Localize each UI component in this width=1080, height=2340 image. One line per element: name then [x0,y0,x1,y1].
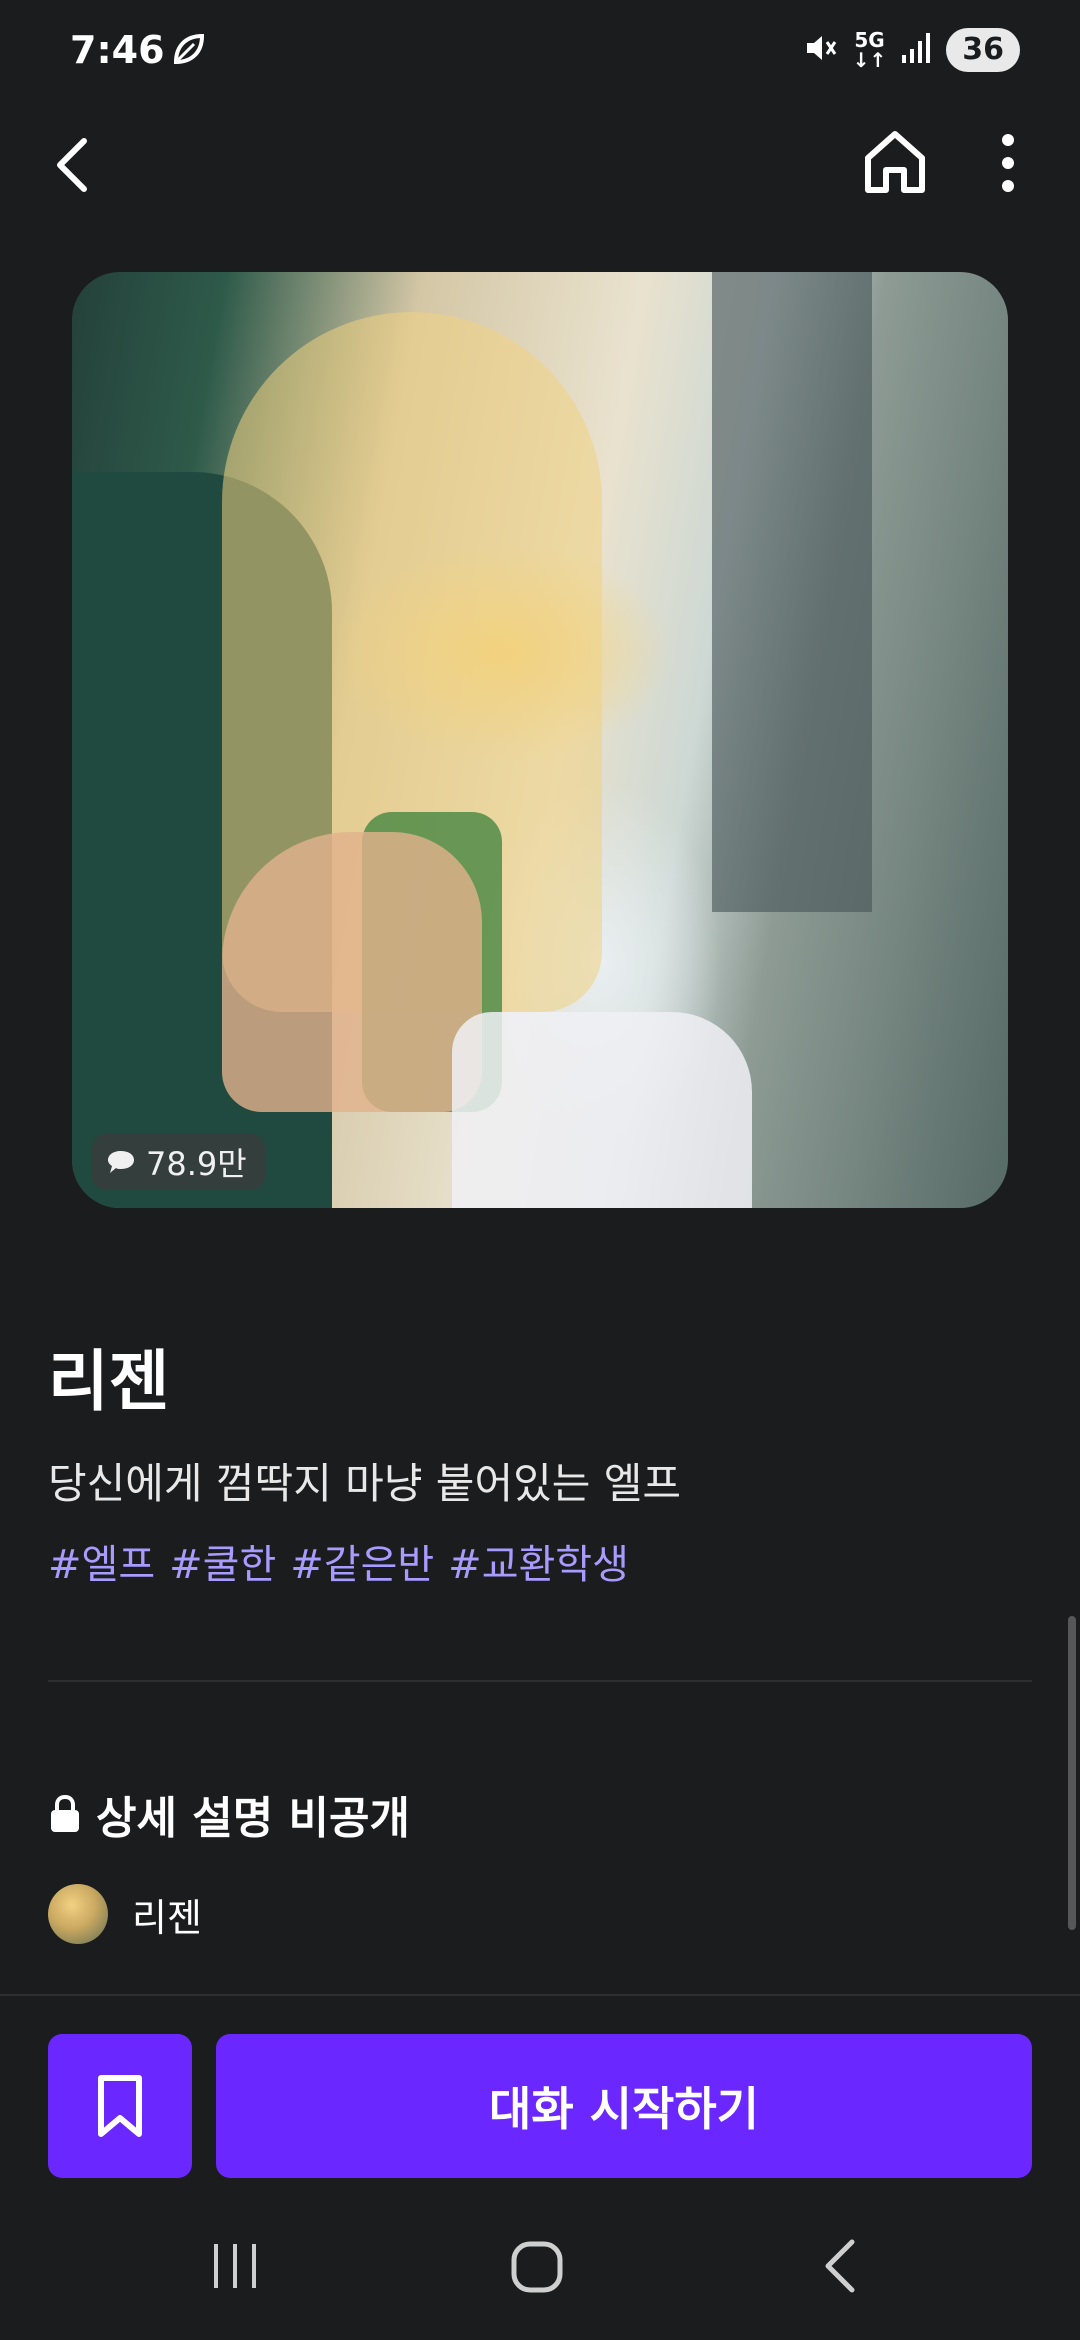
character-image [72,272,1008,1208]
mute-icon [803,30,839,70]
home-button[interactable] [860,128,930,198]
bottom-divider [0,1994,1080,1996]
chat-count: 78.9만 [146,1145,247,1183]
character-name: 리젠 [48,1343,170,1420]
detail-status-label: 상세 설명 비공개 [96,1793,410,1844]
tag-item[interactable]: #쿨한 [169,1532,276,1590]
creator-name: 리젠 [132,1895,202,1940]
chat-bubble-icon [108,1151,134,1173]
more-vert-icon [1002,134,1014,192]
leaf-icon [168,30,208,74]
back-arrow-icon [57,138,87,192]
chat-count-badge: 78.9만 [92,1134,265,1190]
lock-icon [51,1794,79,1832]
back-chevron-icon [825,2239,855,2293]
detail-status: 상세 설명 비공개 [48,1782,410,1846]
5g-icon: 5G ↓↑ [852,28,887,72]
bookmark-button[interactable] [48,2034,192,2178]
status-time: 7:46 [70,28,165,72]
tag-list: #엘프 #쿨한 #같은반 #교환학생 [48,1532,629,1590]
creator-row[interactable]: 리젠 [48,1884,202,1944]
signal-icon [900,31,932,69]
section-divider [48,1680,1032,1682]
start-chat-button[interactable]: 대화 시작하기 [216,2034,1032,2178]
tag-item[interactable]: #같은반 [290,1532,434,1590]
more-options-button[interactable] [990,128,1026,198]
scrollbar[interactable] [1068,1616,1076,1930]
home-icon [865,131,925,193]
recent-apps-button[interactable] [210,2240,260,2296]
tag-item[interactable]: #교환학생 [448,1532,629,1590]
status-icons: 5G ↓↑ 36 [803,28,1020,72]
avatar [48,1884,108,1944]
tag-item[interactable]: #엘프 [48,1532,155,1590]
system-home-button[interactable] [510,2240,564,2298]
recent-apps-icon [214,2244,256,2288]
system-back-button[interactable] [820,2238,860,2298]
character-description: 당신에게 껌딱지 마냥 붙어있는 엘프 [48,1459,682,1508]
home-circle-icon [511,2241,563,2293]
battery-icon: 36 [946,28,1020,72]
back-button[interactable] [50,135,94,195]
bookmark-icon [98,2075,142,2137]
